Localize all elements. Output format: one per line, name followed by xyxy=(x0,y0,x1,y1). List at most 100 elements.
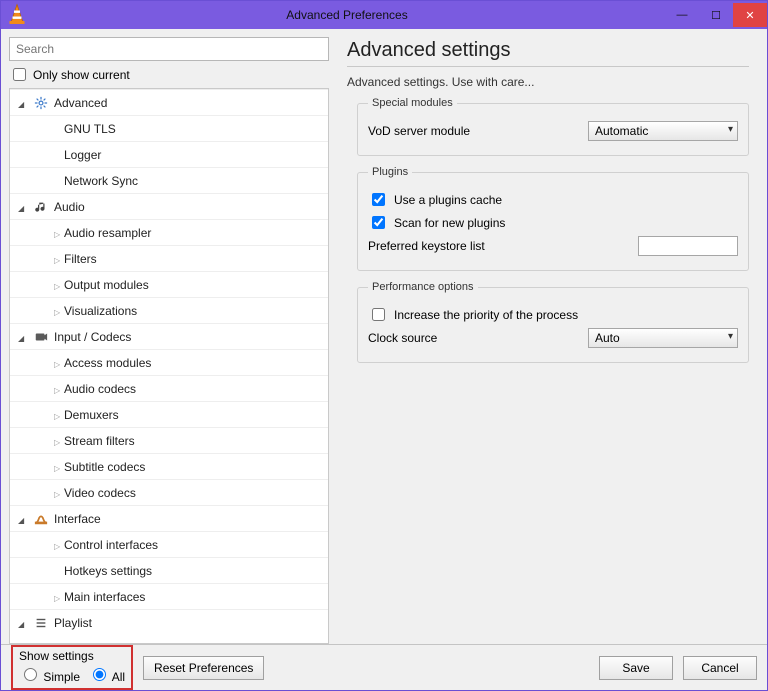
tree-item-label: Interface xyxy=(54,512,101,526)
chevron-collapsed-icon[interactable] xyxy=(54,538,64,552)
tree-item[interactable]: Network Sync xyxy=(10,167,328,193)
settings-tree[interactable]: Advanced GNU TLS Logger Network Sync Audio Au… xyxy=(10,89,328,643)
preferred-keystore-input[interactable] xyxy=(638,236,738,256)
tree-item[interactable]: Audio resampler xyxy=(10,219,328,245)
left-panel: Only show current Advanced GNU TLS Logger N… xyxy=(9,37,329,644)
chevron-collapsed-icon[interactable] xyxy=(54,252,64,266)
tree-item[interactable]: Demuxers xyxy=(10,401,328,427)
chevron-collapsed-icon[interactable] xyxy=(54,590,64,604)
clock-source-label: Clock source xyxy=(368,331,538,345)
tree-item[interactable]: Audio codecs xyxy=(10,375,328,401)
chevron-expanded-icon[interactable] xyxy=(18,616,28,630)
tree-item-label: Audio codecs xyxy=(64,382,136,396)
tree-item[interactable]: Filters xyxy=(10,245,328,271)
right-panel: Advanced settings Advanced settings. Use… xyxy=(329,37,759,644)
increase-priority-checkbox[interactable] xyxy=(372,308,385,321)
tree-item[interactable]: Hotkeys settings xyxy=(10,557,328,583)
vod-server-combo[interactable]: Automatic xyxy=(588,121,738,141)
tree-item-label: Output modules xyxy=(64,278,149,292)
chevron-collapsed-icon[interactable] xyxy=(54,460,64,474)
tree-item[interactable]: Advanced xyxy=(10,89,328,115)
only-show-current-checkbox[interactable] xyxy=(13,68,26,81)
legend-plugins: Plugins xyxy=(368,166,412,178)
tree-item[interactable]: GNU TLS xyxy=(10,115,328,141)
legend-performance: Performance options xyxy=(368,281,478,293)
show-settings-label: Show settings xyxy=(19,649,125,663)
chevron-collapsed-icon[interactable] xyxy=(54,434,64,448)
tree-item-label: Video codecs xyxy=(64,486,136,500)
tree-item-label: Input / Codecs xyxy=(54,330,131,344)
close-button[interactable] xyxy=(733,3,767,27)
chevron-collapsed-icon[interactable] xyxy=(54,278,64,292)
chevron-expanded-icon[interactable] xyxy=(18,512,28,526)
show-settings-simple[interactable]: Simple xyxy=(19,665,80,684)
tree-item[interactable]: Input / Codecs xyxy=(10,323,328,349)
use-plugins-cache-label: Use a plugins cache xyxy=(394,193,502,207)
tree-item-label: Audio xyxy=(54,200,85,214)
reset-preferences-button[interactable]: Reset Preferences xyxy=(143,656,264,680)
show-settings-all[interactable]: All xyxy=(88,665,125,684)
tree-item[interactable]: Subtitle codecs xyxy=(10,453,328,479)
page-subtitle: Advanced settings. Use with care... xyxy=(347,75,749,89)
tree-item-label: Access modules xyxy=(64,356,151,370)
simple-radio[interactable] xyxy=(24,668,37,681)
only-show-current-row[interactable]: Only show current xyxy=(9,65,329,84)
clock-source-combo[interactable]: Auto xyxy=(588,328,738,348)
tree-item[interactable]: Access modules xyxy=(10,349,328,375)
page-title: Advanced settings xyxy=(347,39,749,62)
search-input[interactable] xyxy=(9,37,329,61)
show-settings-group: Show settings Simple All xyxy=(11,645,133,690)
save-button[interactable]: Save xyxy=(599,656,673,680)
tree-item[interactable]: Main interfaces xyxy=(10,583,328,609)
chevron-collapsed-icon[interactable] xyxy=(54,226,64,240)
codec-icon xyxy=(32,330,50,344)
tree-item-label: GNU TLS xyxy=(64,122,116,136)
tree-item-label: Control interfaces xyxy=(64,538,158,552)
list-icon xyxy=(32,616,50,630)
tree-item-label: Demuxers xyxy=(64,408,119,422)
chevron-collapsed-icon[interactable] xyxy=(54,356,64,370)
tree-item[interactable]: Interface xyxy=(10,505,328,531)
tree-item[interactable]: Playlist xyxy=(10,609,328,635)
use-plugins-cache-checkbox[interactable] xyxy=(372,193,385,206)
tree-item[interactable]: Control interfaces xyxy=(10,531,328,557)
tree-item-label: Stream filters xyxy=(64,434,135,448)
increase-priority-label: Increase the priority of the process xyxy=(394,308,578,322)
window-title: Advanced Preferences xyxy=(29,8,665,22)
chevron-expanded-icon[interactable] xyxy=(18,200,28,214)
minimize-button[interactable] xyxy=(665,3,699,27)
group-performance: Performance options Increase the priorit… xyxy=(357,281,749,363)
tree-item[interactable]: Video codecs xyxy=(10,479,328,505)
tree-item-label: Logger xyxy=(64,148,101,162)
maximize-button[interactable] xyxy=(699,3,733,27)
divider xyxy=(347,66,749,67)
tree-item-label: Main interfaces xyxy=(64,590,145,604)
chevron-collapsed-icon[interactable] xyxy=(54,486,64,500)
tree-item[interactable]: Visualizations xyxy=(10,297,328,323)
vlc-icon xyxy=(5,3,29,27)
tree-item-label: Hotkeys settings xyxy=(64,564,152,578)
tree-item[interactable]: Audio xyxy=(10,193,328,219)
if-icon xyxy=(32,512,50,526)
chevron-collapsed-icon[interactable] xyxy=(54,408,64,422)
chevron-collapsed-icon[interactable] xyxy=(54,304,64,318)
tree-item-label: Network Sync xyxy=(64,174,138,188)
scan-for-new-plugins-label: Scan for new plugins xyxy=(394,216,505,230)
cancel-button[interactable]: Cancel xyxy=(683,656,757,680)
chevron-expanded-icon[interactable] xyxy=(18,96,28,110)
tree-item-label: Playlist xyxy=(54,616,92,630)
only-show-current-label: Only show current xyxy=(33,68,130,82)
vod-server-label: VoD server module xyxy=(368,124,538,138)
tree-item[interactable]: Stream filters xyxy=(10,427,328,453)
footer: Show settings Simple All Reset Preferenc… xyxy=(1,644,767,690)
all-radio[interactable] xyxy=(93,668,106,681)
tree-item-label: Advanced xyxy=(54,96,107,110)
chevron-expanded-icon[interactable] xyxy=(18,330,28,344)
group-plugins: Plugins Use a plugins cache Scan for new… xyxy=(357,166,749,271)
tree-item[interactable]: Logger xyxy=(10,141,328,167)
tree-item[interactable]: Output modules xyxy=(10,271,328,297)
scan-for-new-plugins-checkbox[interactable] xyxy=(372,216,385,229)
titlebar: Advanced Preferences xyxy=(1,1,767,29)
chevron-collapsed-icon[interactable] xyxy=(54,382,64,396)
tree-item-label: Visualizations xyxy=(64,304,137,318)
